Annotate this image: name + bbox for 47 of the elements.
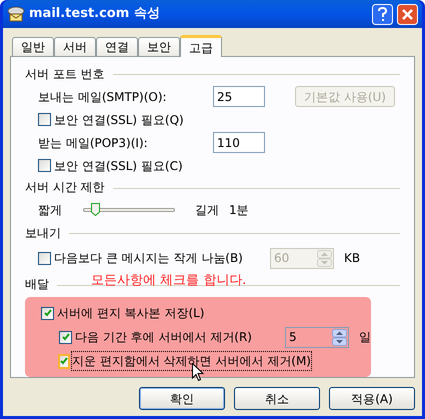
dialog-button[interactable]: 취소 [234, 387, 320, 410]
tab[interactable]: 고급 [180, 35, 222, 57]
checkbox-label: 지운 편지함에서 삭제하면 서버에서 제거(M) [72, 352, 311, 370]
close-icon[interactable] [397, 4, 418, 24]
checkbox[interactable] [59, 330, 72, 344]
checkbox-label: 보안 연결(SSL) 필요(C) [54, 158, 183, 175]
tab[interactable]: 일반 [12, 37, 54, 56]
checkbox-label: 서버에 편지 복사본 저장(L) [57, 305, 204, 322]
timeout-slider[interactable] [83, 203, 175, 218]
dialog-button[interactable]: 적용(A) [329, 387, 415, 410]
spin-value: 5 [289, 329, 297, 346]
unit-label: 일 [359, 329, 371, 346]
check-icon [62, 333, 70, 342]
mail-server-icon [7, 6, 25, 22]
dialog-button[interactable]: 확인 [139, 387, 225, 410]
tab[interactable]: 보안 [138, 37, 180, 56]
spin-arrows-icon[interactable] [332, 328, 347, 346]
checkbox[interactable] [38, 252, 51, 265]
checkbox[interactable] [38, 113, 51, 126]
checkbox[interactable] [38, 159, 51, 172]
text-field[interactable]: 110 [213, 132, 265, 154]
field-label: 보내는 메일(SMTP)(O): [38, 88, 168, 106]
checkbox-label: 보안 연결(SSL) 필요(Q) [54, 112, 184, 129]
unit-label: KB [344, 250, 360, 268]
help-icon[interactable] [372, 4, 393, 24]
slider-reading: 1분 [229, 202, 249, 220]
window-title: mail.test.com 속성 [29, 5, 161, 24]
slider-min-label: 짧게 [38, 202, 63, 220]
section-heading: 서버 포트 번호 [25, 66, 105, 83]
check-icon [60, 357, 68, 366]
field-label: 받는 메일(POP3)(I): [38, 134, 149, 152]
section-heading: 서버 시간 제한 [25, 179, 105, 196]
checkbox-label: 다음 기간 후에 서버에서 제거(R) [75, 329, 252, 346]
section-heading: 보내기 [25, 224, 61, 242]
tab[interactable]: 서버 [54, 37, 96, 56]
checkbox[interactable] [41, 306, 54, 320]
slider-max-label: 길게 [195, 202, 219, 220]
spin-value: 60 [274, 250, 290, 268]
spin-field[interactable]: 5 [285, 326, 349, 348]
checkbox-label: 다음보다 큰 메시지는 작게 나눔(B) [54, 250, 243, 268]
section-heading: 배달 [25, 276, 49, 294]
annotation-text: 모든사항에 체크를 합니다. [91, 272, 246, 290]
text-field[interactable]: 25 [213, 86, 265, 108]
slider-thumb[interactable] [90, 203, 100, 216]
checkbox[interactable] [59, 354, 69, 368]
tab[interactable]: 연결 [96, 37, 138, 56]
check-icon [44, 309, 52, 318]
